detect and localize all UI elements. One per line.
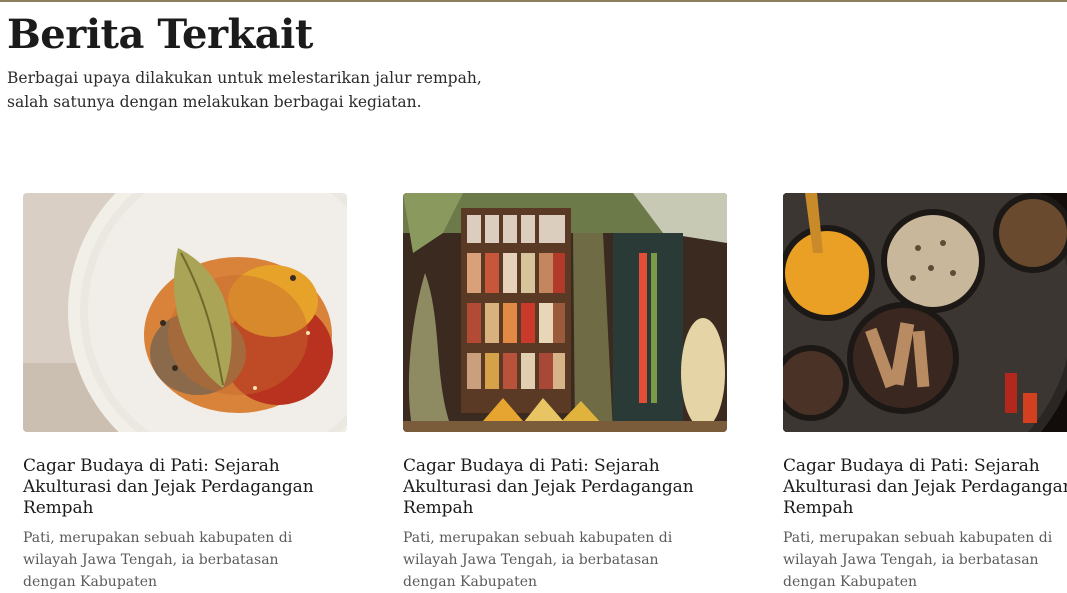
spice-bowl-image [23, 193, 347, 432]
spice-tin-image [783, 193, 1067, 432]
news-card-excerpt: Pati, merupakan sebuah kabupaten di wila… [23, 530, 293, 590]
section-title: Berita Terkait [7, 11, 313, 58]
news-card-excerpt: Pati, merupakan sebuah kabupaten di wila… [403, 530, 673, 590]
news-card-title[interactable]: Cagar Budaya di Pati: Sejarah Akulturasi… [783, 456, 1067, 519]
news-card[interactable]: Cagar Budaya di Pati: Sejarah Akulturasi… [23, 193, 353, 593]
news-card[interactable]: Cagar Budaya di Pati: Sejarah Akulturasi… [403, 193, 733, 593]
news-card[interactable]: Cagar Budaya di Pati: Sejarah Akulturasi… [783, 193, 1067, 593]
top-divider [0, 0, 1067, 2]
news-card-title[interactable]: Cagar Budaya di Pati: Sejarah Akulturasi… [23, 456, 343, 519]
related-news-list: Cagar Budaya di Pati: Sejarah Akulturasi… [23, 193, 1067, 593]
news-card-image[interactable] [783, 193, 1067, 432]
news-card-excerpt: Pati, merupakan sebuah kabupaten di wila… [783, 530, 1053, 590]
section-description: Berbagai upaya dilakukan untuk melestari… [7, 69, 482, 111]
news-card-title[interactable]: Cagar Budaya di Pati: Sejarah Akulturasi… [403, 456, 723, 519]
news-card-image[interactable] [23, 193, 347, 432]
news-card-image[interactable] [403, 193, 727, 432]
spice-market-image [403, 193, 727, 432]
